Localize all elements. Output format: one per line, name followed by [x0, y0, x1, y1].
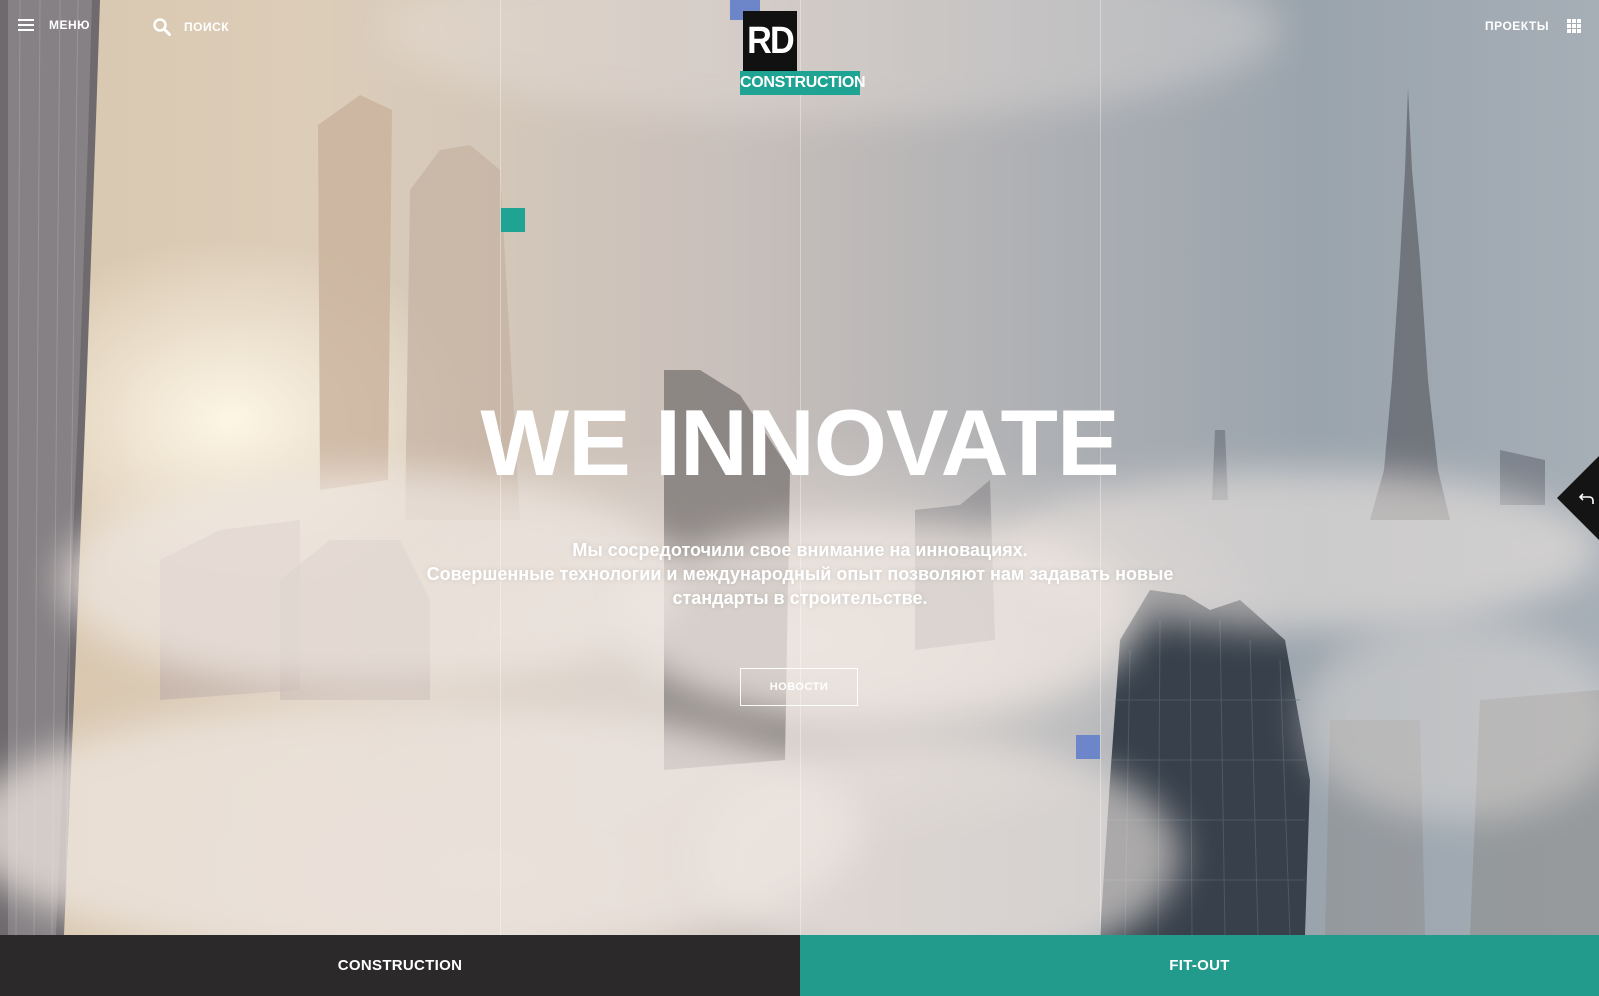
bottom-navigation: CONSTRUCTION FIT-OUT	[0, 935, 1599, 996]
logo-mark: RD	[743, 11, 797, 71]
news-button[interactable]: НОВОСТИ	[740, 668, 858, 706]
menu-button[interactable]: МЕНЮ	[18, 18, 90, 32]
hamburger-icon	[18, 19, 34, 31]
back-tab[interactable]	[1557, 456, 1599, 540]
hero-text-line: Совершенные технологии и международный о…	[426, 564, 1174, 584]
search-button[interactable]: ПОИСК	[153, 18, 229, 36]
hero-description: Мы сосредоточили свое внимание на иннова…	[380, 538, 1220, 610]
undo-arrow-icon	[1579, 493, 1594, 504]
hero-title: WE INNOVATE	[480, 390, 1119, 495]
logo-subtitle: CONSTRUCTION	[740, 71, 866, 95]
hero-text-line: Мы сосредоточили свое внимание на иннова…	[572, 540, 1028, 560]
hero-text-line: стандарты в строительстве.	[672, 588, 928, 608]
fit-out-button[interactable]: FIT-OUT	[800, 935, 1599, 996]
menu-label: МЕНЮ	[49, 18, 91, 32]
accent-square-blue	[1076, 735, 1100, 759]
search-icon	[153, 18, 171, 36]
construction-button[interactable]: CONSTRUCTION	[0, 935, 800, 996]
accent-square-teal	[501, 208, 525, 232]
grid-icon	[1567, 19, 1581, 33]
site-logo[interactable]: RD CONSTRUCTION	[740, 11, 866, 95]
search-label: ПОИСК	[184, 20, 230, 34]
projects-button[interactable]: ПРОЕКТЫ	[1485, 19, 1581, 33]
projects-label: ПРОЕКТЫ	[1484, 19, 1549, 33]
